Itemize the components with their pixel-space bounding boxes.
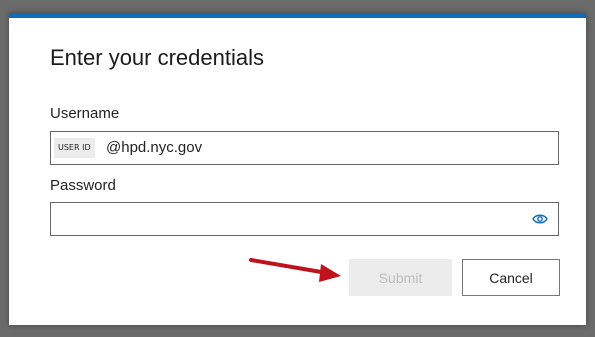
submit-button[interactable]: Submit: [349, 259, 452, 296]
red-arrow-annotation-icon: [249, 258, 341, 282]
dialog-accent-bar: [9, 13, 586, 18]
cancel-button[interactable]: Cancel: [462, 259, 560, 296]
credentials-dialog: Enter your credentials Username USER ID …: [9, 13, 586, 325]
eye-icon[interactable]: [532, 213, 548, 225]
username-domain: @hpd.nyc.gov: [106, 139, 203, 156]
username-field[interactable]: USER ID @hpd.nyc.gov: [50, 131, 559, 165]
user-id-placeholder-chip: USER ID: [54, 138, 95, 158]
username-label: Username: [50, 105, 120, 122]
password-label: Password: [50, 177, 116, 194]
password-field[interactable]: [50, 202, 559, 236]
dialog-title: Enter your credentials: [50, 45, 264, 70]
